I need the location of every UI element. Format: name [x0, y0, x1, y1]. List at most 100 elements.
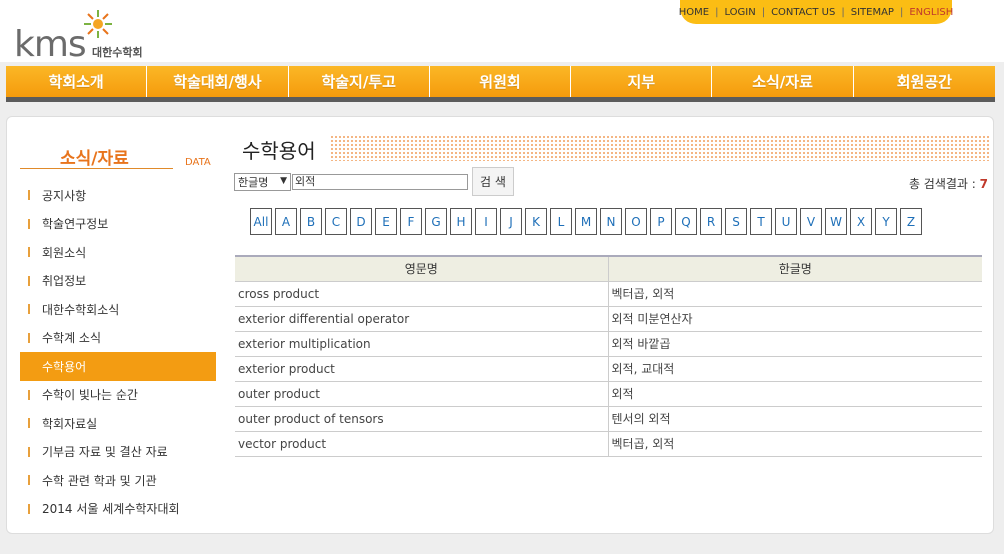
util-home-link[interactable]: HOME	[679, 7, 709, 18]
alpha-key[interactable]: W	[825, 208, 847, 235]
sidebar-item-label: 기부금 자료 및 결산 자료	[42, 445, 168, 460]
page-title: 수학용어	[242, 139, 316, 163]
sidebar-item[interactable]: 2014 서울 세계수학자대회	[20, 495, 216, 524]
table-row: cross product 벡터곱, 외적	[235, 281, 982, 307]
utility-nav: HOME | LOGIN | CONTACT US | SITEMAP | EN…	[679, 0, 953, 24]
cell-english: exterior differential operator	[235, 306, 609, 332]
result-count-label: 총 검색결과 :	[908, 177, 980, 191]
cell-korean: 외적 바깥곱	[608, 331, 982, 357]
header: kms 대한수학회 HOME | LOGIN | CONTACT US | SI…	[0, 0, 1004, 65]
util-sitemap-link[interactable]: SITEMAP	[851, 7, 894, 18]
alpha-key[interactable]: Q	[675, 208, 697, 235]
alpha-key[interactable]: O	[625, 208, 647, 235]
table-row: exterior differential operator 외적 미분연산자	[235, 306, 982, 332]
util-separator: |	[899, 6, 904, 18]
util-contact-link[interactable]: CONTACT US	[771, 7, 835, 18]
nav-item-news[interactable]: 소식/자료	[712, 66, 854, 97]
logo-text: kms	[14, 24, 87, 65]
nav-item-committees[interactable]: 위원회	[430, 66, 572, 97]
cell-english: cross product	[235, 281, 609, 307]
sidebar-item[interactable]: 수학이 빛나는 순간	[20, 381, 216, 410]
util-separator: |	[761, 6, 766, 18]
sidebar-item[interactable]: 회원소식	[20, 238, 216, 267]
alpha-key[interactable]: S	[725, 208, 747, 235]
nav-item-members[interactable]: 회원공간	[854, 66, 995, 97]
dropdown-arrow-icon: ▼	[280, 176, 287, 186]
bullet-bar	[28, 247, 30, 258]
nav-item-journals[interactable]: 학술지/투고	[289, 66, 430, 97]
nav-item-events[interactable]: 학술대회/행사	[147, 66, 289, 97]
result-count: 총 검색결과 : 7	[909, 175, 988, 192]
bullet-bar	[28, 275, 30, 286]
alpha-key-all[interactable]: All	[250, 208, 272, 235]
alpha-key[interactable]: F	[400, 208, 422, 235]
sidebar-item[interactable]: 기부금 자료 및 결산 자료	[20, 438, 216, 467]
util-login-link[interactable]: LOGIN	[724, 7, 755, 18]
alpha-key[interactable]: E	[375, 208, 397, 235]
sidebar-item[interactable]: 수학 관련 학과 및 기관	[20, 466, 216, 495]
logo-sun-icon	[84, 10, 112, 38]
alpha-key[interactable]: G	[425, 208, 447, 235]
search-input[interactable]: 외적	[292, 174, 468, 190]
sidebar-item[interactable]: 학술연구정보	[20, 210, 216, 239]
sidebar-title-text: 소식/자료	[60, 149, 129, 169]
alpha-key[interactable]: R	[700, 208, 722, 235]
cell-korean: 외적	[608, 381, 982, 407]
sidebar-item[interactable]: 대한수학회소식	[20, 295, 216, 324]
alpha-key[interactable]: T	[750, 208, 772, 235]
alpha-key[interactable]: X	[850, 208, 872, 235]
cell-english: exterior product	[235, 356, 609, 382]
alpha-key[interactable]: C	[325, 208, 347, 235]
sidebar-item-label: 공지사항	[42, 188, 87, 203]
cell-korean: 외적, 교대적	[608, 356, 982, 382]
util-english-link[interactable]: ENGLISH	[909, 7, 953, 18]
bullet-bar	[28, 418, 30, 429]
cell-english: outer product	[235, 381, 609, 407]
alpha-key[interactable]: Z	[900, 208, 922, 235]
title-dot-pattern	[330, 135, 990, 161]
table-row: exterior multiplication 외적 바깥곱	[235, 331, 982, 357]
sidebar-item[interactable]: 수학계 소식	[20, 324, 216, 353]
alpha-key[interactable]: V	[800, 208, 822, 235]
nav-item-about[interactable]: 학회소개	[6, 66, 148, 97]
alpha-key[interactable]: K	[525, 208, 547, 235]
bullet-bar	[28, 475, 30, 486]
sidebar-title: 소식/자료	[20, 143, 173, 169]
result-count-value: 7	[979, 177, 988, 191]
alpha-key[interactable]: P	[650, 208, 672, 235]
cell-english: exterior multiplication	[235, 331, 609, 357]
search-field-select[interactable]: 한글명 ▼	[234, 173, 291, 191]
alpha-key[interactable]: D	[350, 208, 372, 235]
cell-english: vector product	[235, 431, 609, 457]
sidebar-item[interactable]: 학회자료실	[20, 409, 216, 438]
alpha-key[interactable]: M	[575, 208, 597, 235]
alpha-key[interactable]: N	[600, 208, 622, 235]
sidebar-item-label: 회원소식	[42, 245, 87, 260]
alpha-key[interactable]: A	[275, 208, 297, 235]
sidebar-item-active[interactable]: 수학용어	[20, 352, 216, 381]
alpha-key[interactable]: I	[475, 208, 497, 235]
cell-korean: 외적 미분연산자	[608, 306, 982, 332]
main-nav: 학회소개 학술대회/행사 학술지/투고 위원회 지부 소식/자료 회원공간	[6, 66, 995, 102]
column-header-english: 영문명	[235, 255, 609, 282]
bullet-bar	[28, 218, 30, 229]
sidebar-item[interactable]: 공지사항	[20, 181, 216, 210]
alpha-key[interactable]: H	[450, 208, 472, 235]
util-separator: |	[715, 6, 719, 18]
search-button[interactable]: 검 색	[472, 167, 514, 196]
sidebar-item-label: 수학 관련 학과 및 기관	[42, 473, 157, 488]
alpha-key[interactable]: Y	[875, 208, 897, 235]
sidebar-subtitle: DATA	[185, 157, 211, 168]
bullet-bar	[28, 190, 30, 201]
kms-logo[interactable]: kms 대한수학회	[14, 10, 154, 65]
alpha-key[interactable]: U	[775, 208, 797, 235]
alpha-key[interactable]: J	[500, 208, 522, 235]
alpha-key[interactable]: L	[550, 208, 572, 235]
sidebar-item-label: 수학용어	[42, 359, 87, 374]
sidebar-item-label: 학회자료실	[42, 416, 98, 431]
alpha-key[interactable]: B	[300, 208, 322, 235]
sidebar-item-label: 수학이 빛나는 순간	[42, 388, 138, 403]
terms-table: 영문명 한글명 cross product 벡터곱, 외적 exterior di…	[235, 255, 982, 457]
nav-item-branches[interactable]: 지부	[571, 66, 713, 97]
sidebar-item[interactable]: 취업정보	[20, 267, 216, 296]
